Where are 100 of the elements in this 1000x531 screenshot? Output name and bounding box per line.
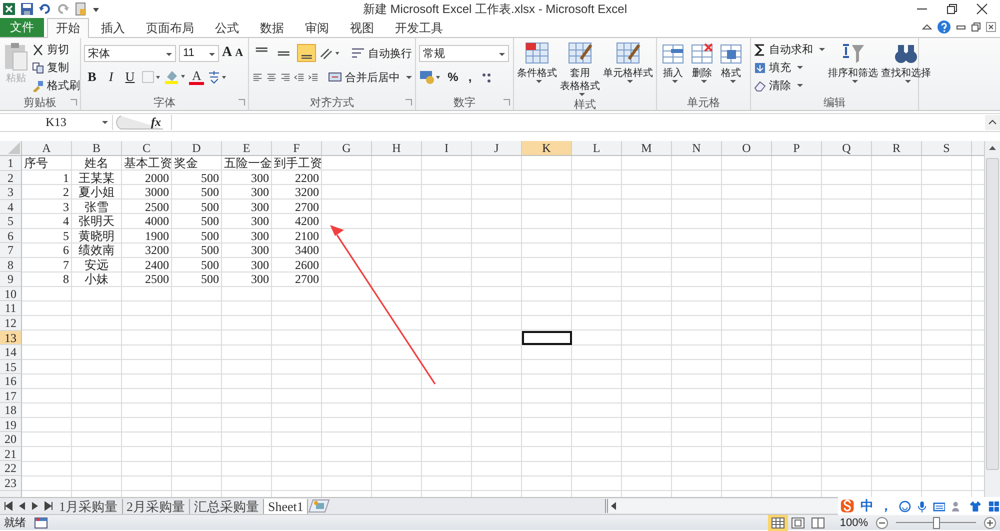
column-header[interactable]: M [622,141,672,155]
editing-button[interactable]: 查找和选择 [881,40,931,95]
font-size-button[interactable]: A [222,45,232,61]
zoom-level[interactable]: 100% [840,516,868,528]
vertical-scrollbar[interactable] [984,141,1000,497]
editing-button[interactable]: 自动求和 [754,42,825,57]
phonetic-icon[interactable] [207,70,228,84]
column-header[interactable]: O [722,141,772,155]
number-format-field[interactable]: 常规 [419,44,509,62]
restore-icon[interactable] [971,22,981,32]
smiley-icon[interactable] [898,500,911,512]
row-header[interactable]: 16 [0,374,22,389]
row-header[interactable]: 23 [0,476,22,491]
style-button[interactable]: 单元格样式 [603,40,653,97]
dialog-launcher-icon[interactable] [70,99,77,106]
column-header[interactable]: R [872,141,922,155]
row-header[interactable]: 14 [0,345,22,360]
input-mode-button[interactable]: 中 [860,497,874,515]
next-sheet-icon[interactable] [30,501,40,511]
editing-button[interactable]: 清除 [754,78,825,93]
file-tab[interactable]: 文件 [0,18,44,37]
row-header[interactable]: 12 [0,316,22,331]
wrap-text-button[interactable]: 自动换行 [351,46,412,60]
row-header[interactable]: 15 [0,360,22,374]
row-header[interactable]: 4 [0,200,22,214]
zoom-out-icon[interactable] [876,516,888,528]
text-style-button[interactable]: U [122,69,138,85]
column-header[interactable]: D [172,141,222,155]
dialog-launcher-icon[interactable] [503,99,510,106]
column-header[interactable]: K [522,141,572,155]
cell-button[interactable]: 删除 [689,40,715,95]
number-style-button[interactable]: % [446,70,460,84]
undo-icon[interactable] [38,2,52,16]
column-header[interactable]: Q [822,141,872,155]
clipboard-button[interactable]: 剪切 [32,42,80,57]
previous-sheet-icon[interactable] [17,501,27,511]
insert-function-button[interactable]: fx [151,115,165,130]
row-header[interactable]: 7 [0,243,22,258]
currency-icon[interactable] [419,69,443,85]
first-sheet-icon[interactable] [3,501,14,511]
style-button[interactable]: 套用 表格格式 [560,40,600,97]
keyboard-icon[interactable] [932,500,946,512]
ribbon-tab[interactable]: 公式 [206,18,248,37]
ribbon-tab[interactable]: 数据 [251,18,293,37]
row-header[interactable]: 22 [0,461,22,476]
close-icon[interactable] [986,22,996,32]
column-header[interactable]: S [922,141,972,155]
grid-icon[interactable] [988,500,1000,512]
view-button[interactable] [768,514,788,530]
ribbon-collapse-icon[interactable] [922,22,932,32]
sheet-tab[interactable]: Sheet1 [264,498,308,514]
active-cell[interactable] [522,330,572,346]
row-header[interactable]: 13 [0,330,22,346]
input-method-logo-icon[interactable] [840,498,855,514]
name-box[interactable]: K13 [0,115,113,130]
column-header[interactable]: A [22,141,72,155]
number-style-button[interactable]: , [463,70,477,84]
save-icon[interactable] [20,2,34,16]
expand-formula-icon[interactable] [985,115,1000,130]
ribbon-tab[interactable]: 视图 [341,18,383,37]
cell-button[interactable]: 插入 [660,40,686,95]
macro-record-icon[interactable] [34,516,48,528]
fill-color-icon[interactable] [164,69,186,85]
clipboard-button[interactable]: 格式刷 [32,78,80,93]
text-style-button[interactable]: I [103,69,119,85]
row-header[interactable]: 11 [0,301,22,316]
dialog-launcher-icon[interactable] [238,99,245,106]
dialog-launcher-icon[interactable] [405,99,412,106]
zoom-thumb[interactable] [933,516,940,528]
row-header[interactable]: 5 [0,214,22,229]
style-button[interactable]: 条件格式 [517,40,557,97]
column-header[interactable]: G [322,141,372,155]
column-header[interactable]: C [122,141,172,155]
last-sheet-icon[interactable] [43,501,54,511]
restore-icon[interactable] [946,3,958,15]
ribbon-tab[interactable]: 开始 [47,18,89,38]
row-header[interactable]: 6 [0,228,22,244]
row-header[interactable]: 1 [0,156,22,171]
font-size-button[interactable]: A [235,47,244,59]
zoom-in-icon[interactable] [984,516,996,528]
merge-center-button[interactable]: 合并后居中 [328,70,412,84]
font-size-field[interactable]: 11 [179,44,219,62]
ribbon-tab[interactable]: 开发工具 [386,18,452,37]
editing-button[interactable]: 填充 [754,60,825,75]
column-header[interactable]: I [422,141,472,155]
shirt-icon[interactable] [969,500,982,512]
close-icon[interactable] [976,3,988,15]
border-icon[interactable] [141,70,161,84]
column-header[interactable]: P [772,141,822,155]
cell-button[interactable]: 格式 [718,40,744,95]
vertical-align-icon[interactable] [296,44,316,62]
column-header[interactable]: B [72,141,122,155]
column-header[interactable]: E [222,141,272,155]
help-icon[interactable] [937,20,951,34]
font-name-field[interactable]: 宋体 [84,44,176,62]
editing-button[interactable]: 排序和筛选 [828,40,878,95]
microphone-icon[interactable] [916,500,927,512]
font-color-button[interactable]: A [189,70,204,84]
ribbon-tab[interactable]: 审阅 [296,18,338,37]
column-header[interactable]: N [672,141,722,155]
